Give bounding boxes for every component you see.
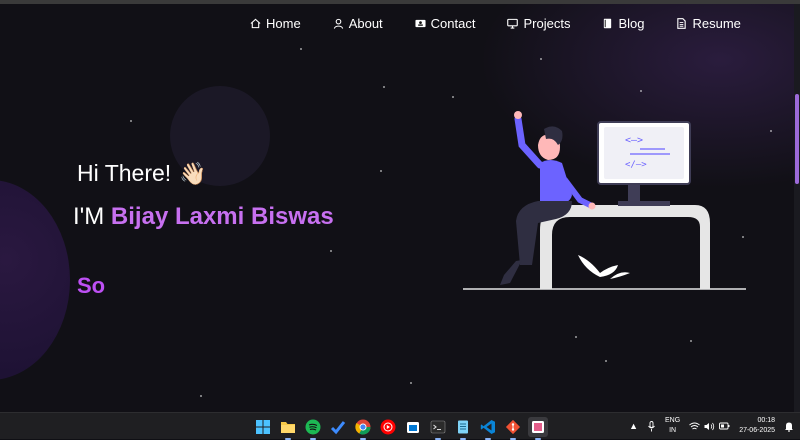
chevron-up-icon[interactable]: ▲ (629, 421, 638, 431)
quick-settings[interactable] (689, 422, 730, 431)
nav-resume[interactable]: Resume (676, 14, 741, 32)
greeting-text: Hi There! (77, 160, 172, 186)
star (410, 382, 412, 384)
portfolio-page: Home About Contact Projects Blog Resume … (0, 0, 800, 412)
clock[interactable]: 00:18 27-06-2025 (739, 416, 775, 436)
star (640, 90, 642, 92)
terminal-icon[interactable] (428, 417, 448, 440)
browser-top-edge (0, 0, 800, 4)
svg-text:<—>: <—> (625, 135, 643, 146)
clock-date: 27-06-2025 (739, 427, 775, 434)
notepad-icon[interactable] (453, 417, 473, 440)
battery-icon (719, 422, 730, 430)
nav-resume-label: Resume (692, 15, 741, 31)
star (575, 336, 577, 338)
language-bottom: IN (669, 427, 677, 434)
star (300, 48, 302, 50)
system-tray: ▲ ENG IN 00:18 27-06-2025 (629, 416, 794, 436)
notification-bell-icon[interactable] (784, 421, 794, 432)
volume-icon (704, 422, 715, 430)
star (690, 340, 692, 342)
main-nav: Home About Contact Projects Blog Resume (250, 14, 773, 32)
star (452, 96, 454, 98)
star (200, 395, 202, 397)
star (383, 86, 385, 88)
nav-projects-label: Projects (523, 15, 571, 31)
greeting: Hi There! 👋🏻 (77, 160, 207, 187)
intro-line: I'M Bijay Laxmi Biswas (73, 203, 334, 231)
nav-projects[interactable]: Projects (507, 14, 570, 32)
wifi-icon (689, 422, 700, 429)
language-top: ENG (665, 417, 681, 424)
file-explorer-icon[interactable] (278, 417, 298, 440)
star (330, 250, 332, 252)
language-indicator[interactable]: ENG IN (665, 416, 680, 436)
document-icon (677, 17, 687, 29)
monitor-icon (507, 18, 519, 29)
star (130, 120, 132, 122)
nav-about-label: About (348, 15, 383, 31)
nav-home[interactable]: Home (250, 14, 301, 32)
taskbar-apps (253, 417, 548, 440)
nav-contact-label: Contact (430, 15, 476, 31)
todo-icon[interactable] (328, 417, 348, 437)
user-icon (333, 18, 343, 29)
page-scrollbar[interactable] (794, 4, 800, 412)
nav-home-label: Home (266, 15, 301, 31)
star (380, 170, 382, 172)
store-icon[interactable] (403, 417, 423, 437)
intro-prefix: I'M (73, 203, 105, 230)
svg-text:</—>: </—> (625, 160, 647, 170)
snipping-tool-icon[interactable] (528, 417, 548, 440)
person-name: Bijay Laxmi Biswas (110, 203, 334, 230)
spotify-icon[interactable] (303, 417, 323, 440)
chrome-icon[interactable] (353, 417, 373, 440)
youtube-music-icon[interactable] (378, 417, 398, 437)
nav-blog-label: Blog (618, 15, 645, 31)
star (540, 58, 542, 60)
windows-start-icon[interactable] (253, 417, 273, 437)
microphone-icon[interactable] (647, 420, 656, 432)
vscode-icon[interactable] (478, 417, 498, 440)
contact-card-icon (415, 19, 426, 27)
windows-taskbar: ▲ ENG IN 00:18 27-06-2025 (0, 412, 800, 440)
scrollbar-thumb[interactable] (795, 94, 799, 184)
nav-about[interactable]: About (333, 14, 383, 32)
star (605, 360, 607, 362)
clock-time: 00:18 (757, 417, 775, 424)
waving-hand-icon: 👋🏻 (179, 160, 207, 186)
star (770, 130, 772, 132)
nav-blog[interactable]: Blog (602, 14, 644, 32)
typewriter-text: So (77, 273, 106, 298)
developer-illustration: <—> </—> (463, 111, 746, 290)
nav-contact[interactable]: Contact (415, 14, 476, 32)
background-blob-left (0, 180, 70, 380)
git-icon[interactable] (503, 417, 523, 440)
home-icon (250, 18, 261, 28)
notebook-icon (604, 18, 612, 28)
